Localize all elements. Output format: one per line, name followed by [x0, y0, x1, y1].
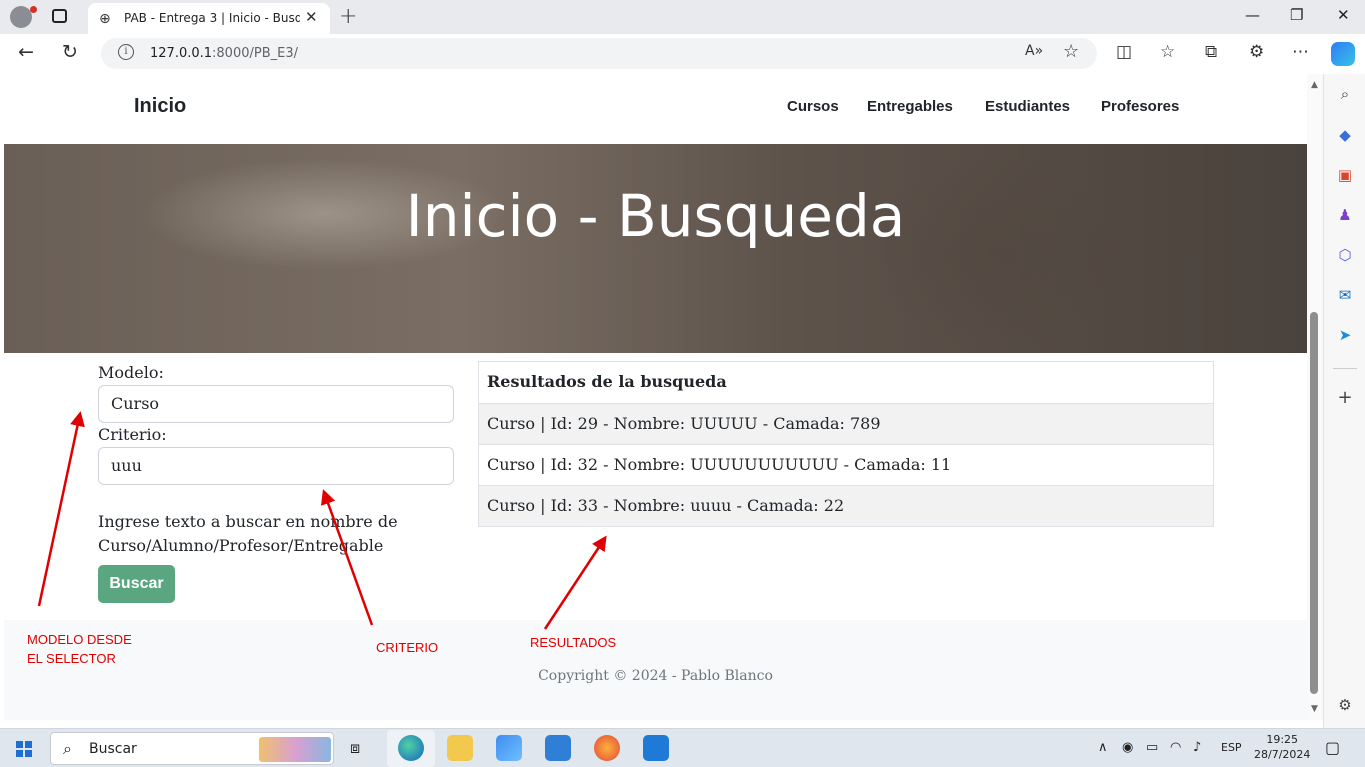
camera-icon[interactable]: ◉	[1122, 740, 1133, 755]
games-icon[interactable]: ♟	[1336, 206, 1354, 224]
annotation-resultados: RESULTADOS	[530, 635, 617, 650]
clock[interactable]: 19:25 28/7/2024	[1254, 732, 1310, 762]
file-explorer-icon[interactable]	[447, 735, 473, 761]
modelo-label: Modelo:	[98, 363, 164, 382]
results-header: Resultados de la busqueda	[479, 362, 1213, 403]
taskbar-search-placeholder: Buscar	[89, 741, 137, 757]
nav-profesores[interactable]: Profesores	[1101, 98, 1179, 115]
address-bar[interactable]: i 127.0.0.1:8000/PB_E3/ A» ☆	[101, 38, 1097, 69]
tab-title: PAB - Entrega 3 | Inicio - Busqueda	[124, 11, 300, 25]
nav-cursos[interactable]: Cursos	[787, 98, 839, 115]
search-icon[interactable]: ⌕	[1336, 85, 1354, 103]
firefox-icon[interactable]	[594, 735, 620, 761]
site-info-icon[interactable]: i	[118, 44, 134, 60]
modelo-select[interactable]: Curso	[98, 385, 454, 423]
store-icon[interactable]	[496, 735, 522, 761]
outlook-icon[interactable]: ✉	[1336, 286, 1354, 304]
collections-icon[interactable]: ⧉	[1205, 42, 1217, 62]
result-item[interactable]: Curso | Id: 32 - Nombre: UUUUUUUUUUU - C…	[479, 444, 1213, 485]
close-tab-icon[interactable]: ✕	[305, 8, 318, 26]
windows-taskbar: ⌕ Buscar ⧈ ∧ ◉ ▭ ◠ ♪ ESP 19:25 28/7/2024…	[0, 728, 1365, 767]
edge-app-icon[interactable]	[398, 735, 424, 761]
shopping-tag-icon[interactable]: ◆	[1336, 126, 1354, 144]
add-icon[interactable]: +	[1336, 389, 1354, 407]
scroll-thumb[interactable]	[1310, 312, 1318, 694]
volume-icon[interactable]: ♪	[1193, 740, 1201, 755]
office-icon[interactable]: ⬡	[1336, 246, 1354, 264]
page-title: Inicio - Busqueda	[405, 182, 906, 250]
copilot-icon[interactable]	[1331, 42, 1355, 66]
criterio-input[interactable]: uuu	[98, 447, 454, 485]
wifi-icon[interactable]: ◠	[1170, 740, 1181, 755]
read-aloud-icon[interactable]: A»	[1025, 43, 1043, 59]
help-text: Ingrese texto a buscar en nombre de Curs…	[98, 512, 398, 555]
annotation-criterio: CRITERIO	[376, 640, 439, 655]
sidebar-divider	[1333, 368, 1357, 369]
scroll-up-icon[interactable]: ▲	[1311, 80, 1318, 90]
annotation-modelo: MODELO DESDE EL SELECTOR	[27, 632, 132, 666]
resultados-arrow	[543, 535, 607, 630]
tab-actions-icon[interactable]	[52, 9, 67, 23]
favorite-star-icon[interactable]: ☆	[1063, 41, 1079, 62]
windows-start-icon[interactable]	[16, 741, 32, 757]
notifications-icon[interactable]: ▢	[1325, 738, 1340, 757]
nav-estudiantes[interactable]: Estudiantes	[985, 98, 1070, 115]
profile-icon[interactable]	[10, 6, 37, 28]
clock-date: 28/7/2024	[1254, 748, 1311, 761]
close-window-icon[interactable]: ✕	[1337, 6, 1350, 24]
page-scrollbar[interactable]: ▲ ▼	[1307, 74, 1323, 720]
brand-link[interactable]: Inicio	[134, 95, 186, 118]
vscode-icon[interactable]	[643, 735, 669, 761]
scroll-down-icon[interactable]: ▼	[1311, 704, 1318, 714]
browser-tab[interactable]: ⊕ PAB - Entrega 3 | Inicio - Busqueda ✕	[88, 3, 330, 34]
extensions-icon[interactable]: ⚙	[1249, 42, 1264, 62]
buscar-button[interactable]: Buscar	[98, 565, 175, 603]
modelo-arrow	[37, 411, 85, 607]
battery-icon[interactable]: ▭	[1146, 740, 1158, 755]
globe-icon: ⊕	[99, 11, 111, 27]
split-screen-icon[interactable]: ◫	[1116, 42, 1132, 62]
back-icon[interactable]: ←	[18, 41, 34, 63]
tools-icon[interactable]: ▣	[1336, 166, 1354, 184]
criterio-label: Criterio:	[98, 425, 167, 444]
restore-icon[interactable]: ❐	[1290, 6, 1303, 24]
settings-gear-icon[interactable]: ⚙	[1336, 696, 1354, 714]
edge-sidebar: ⌕ ◆ ▣ ♟ ⬡ ✉ ➤ + ⚙	[1323, 74, 1365, 728]
search-icon: ⌕	[63, 739, 72, 758]
hero-banner: Inicio - Busqueda	[4, 144, 1307, 353]
copyright-text: Copyright © 2024 - Pablo Blanco	[538, 668, 773, 684]
clock-time: 19:25	[1266, 733, 1299, 746]
minimize-icon[interactable]: —	[1245, 6, 1260, 24]
send-icon[interactable]: ➤	[1336, 326, 1354, 344]
search-highlight-image	[259, 737, 331, 762]
nav-entregables[interactable]: Entregables	[867, 98, 953, 115]
language-indicator[interactable]: ESP	[1221, 741, 1242, 754]
taskbar-search[interactable]: ⌕ Buscar	[50, 732, 334, 765]
site-navbar: Inicio Cursos Entregables Estudiantes Pr…	[4, 74, 1307, 144]
tray-chevron-icon[interactable]: ∧	[1098, 740, 1108, 755]
result-item[interactable]: Curso | Id: 29 - Nombre: UUUUU - Camada:…	[479, 403, 1213, 444]
web-page: Inicio Cursos Entregables Estudiantes Pr…	[4, 74, 1307, 720]
url-text: 127.0.0.1:8000/PB_E3/	[150, 46, 298, 61]
browser-toolbar: ← ↻ i 127.0.0.1:8000/PB_E3/ A» ☆ ◫ ☆ ⧉ ⚙…	[0, 34, 1365, 74]
task-view-icon[interactable]: ⧈	[350, 738, 360, 758]
result-item[interactable]: Curso | Id: 33 - Nombre: uuuu - Camada: …	[479, 485, 1213, 526]
browser-tab-bar: ⊕ PAB - Entrega 3 | Inicio - Busqueda ✕ …	[0, 0, 1365, 34]
new-tab-icon[interactable]: +	[339, 4, 357, 29]
reload-icon[interactable]: ↻	[62, 41, 78, 63]
favorites-icon[interactable]: ☆	[1160, 42, 1175, 62]
mail-icon[interactable]	[545, 735, 571, 761]
more-menu-icon[interactable]: ⋯	[1292, 42, 1309, 62]
results-list: Resultados de la busqueda Curso | Id: 29…	[478, 361, 1214, 527]
site-footer: Copyright © 2024 - Pablo Blanco	[4, 620, 1307, 720]
